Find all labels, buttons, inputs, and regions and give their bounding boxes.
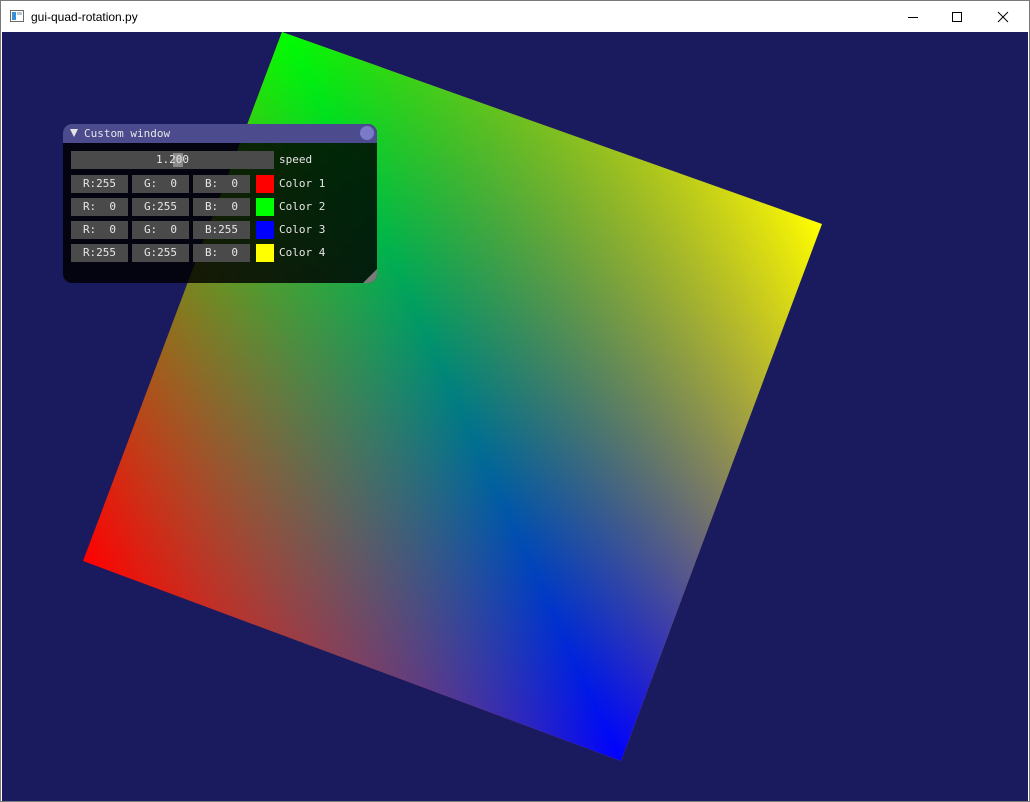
close-icon xyxy=(997,11,1009,22)
color1-r-field[interactable]: R:255 xyxy=(71,175,128,193)
maximize-button[interactable] xyxy=(934,1,980,32)
color3-g-field[interactable]: G: 0 xyxy=(132,221,189,239)
close-button[interactable] xyxy=(980,1,1026,32)
custom-window-titlebar[interactable]: Custom window xyxy=(63,124,377,143)
color3-label: Color 3 xyxy=(279,223,326,236)
color2-swatch[interactable] xyxy=(256,198,274,216)
color2-g-field[interactable]: G:255 xyxy=(132,198,189,216)
color3-swatch[interactable] xyxy=(256,221,274,239)
color4-g-field[interactable]: G:255 xyxy=(132,244,189,262)
close-circle-icon[interactable] xyxy=(360,126,374,140)
custom-window-panel[interactable]: Custom window 1.200 speed R:255 G: 0 B: … xyxy=(63,124,377,283)
color4-swatch[interactable] xyxy=(256,244,274,262)
color1-b-field[interactable]: B: 0 xyxy=(193,175,250,193)
maximize-icon xyxy=(952,11,962,22)
speed-slider[interactable]: 1.200 xyxy=(71,151,274,169)
color1-label: Color 1 xyxy=(279,177,326,190)
speed-label: speed xyxy=(279,153,313,166)
minimize-icon xyxy=(908,16,918,18)
title-bar[interactable]: gui-quad-rotation.py xyxy=(1,1,1029,32)
color2-r-field[interactable]: R: 0 xyxy=(71,198,128,216)
speed-value: 1.200 xyxy=(155,153,190,166)
resize-grip-icon[interactable] xyxy=(363,269,377,283)
render-viewport[interactable]: Custom window 1.200 speed R:255 G: 0 B: … xyxy=(2,32,1028,801)
color1-swatch[interactable] xyxy=(256,175,274,193)
app-window: gui-quad-rotation.py Custom window 1.200… xyxy=(0,0,1030,802)
collapse-arrow-icon[interactable] xyxy=(70,129,78,137)
color3-r-field[interactable]: R: 0 xyxy=(71,221,128,239)
color4-label: Color 4 xyxy=(279,246,326,259)
minimize-button[interactable] xyxy=(890,1,936,32)
color4-r-field[interactable]: R:255 xyxy=(71,244,128,262)
color3-b-field[interactable]: B:255 xyxy=(193,221,250,239)
color2-label: Color 2 xyxy=(279,200,326,213)
color2-b-field[interactable]: B: 0 xyxy=(193,198,250,216)
color1-g-field[interactable]: G: 0 xyxy=(132,175,189,193)
color4-b-field[interactable]: B: 0 xyxy=(193,244,250,262)
app-window-icon xyxy=(10,10,24,22)
custom-window-title: Custom window xyxy=(84,127,171,140)
window-title: gui-quad-rotation.py xyxy=(31,10,138,24)
